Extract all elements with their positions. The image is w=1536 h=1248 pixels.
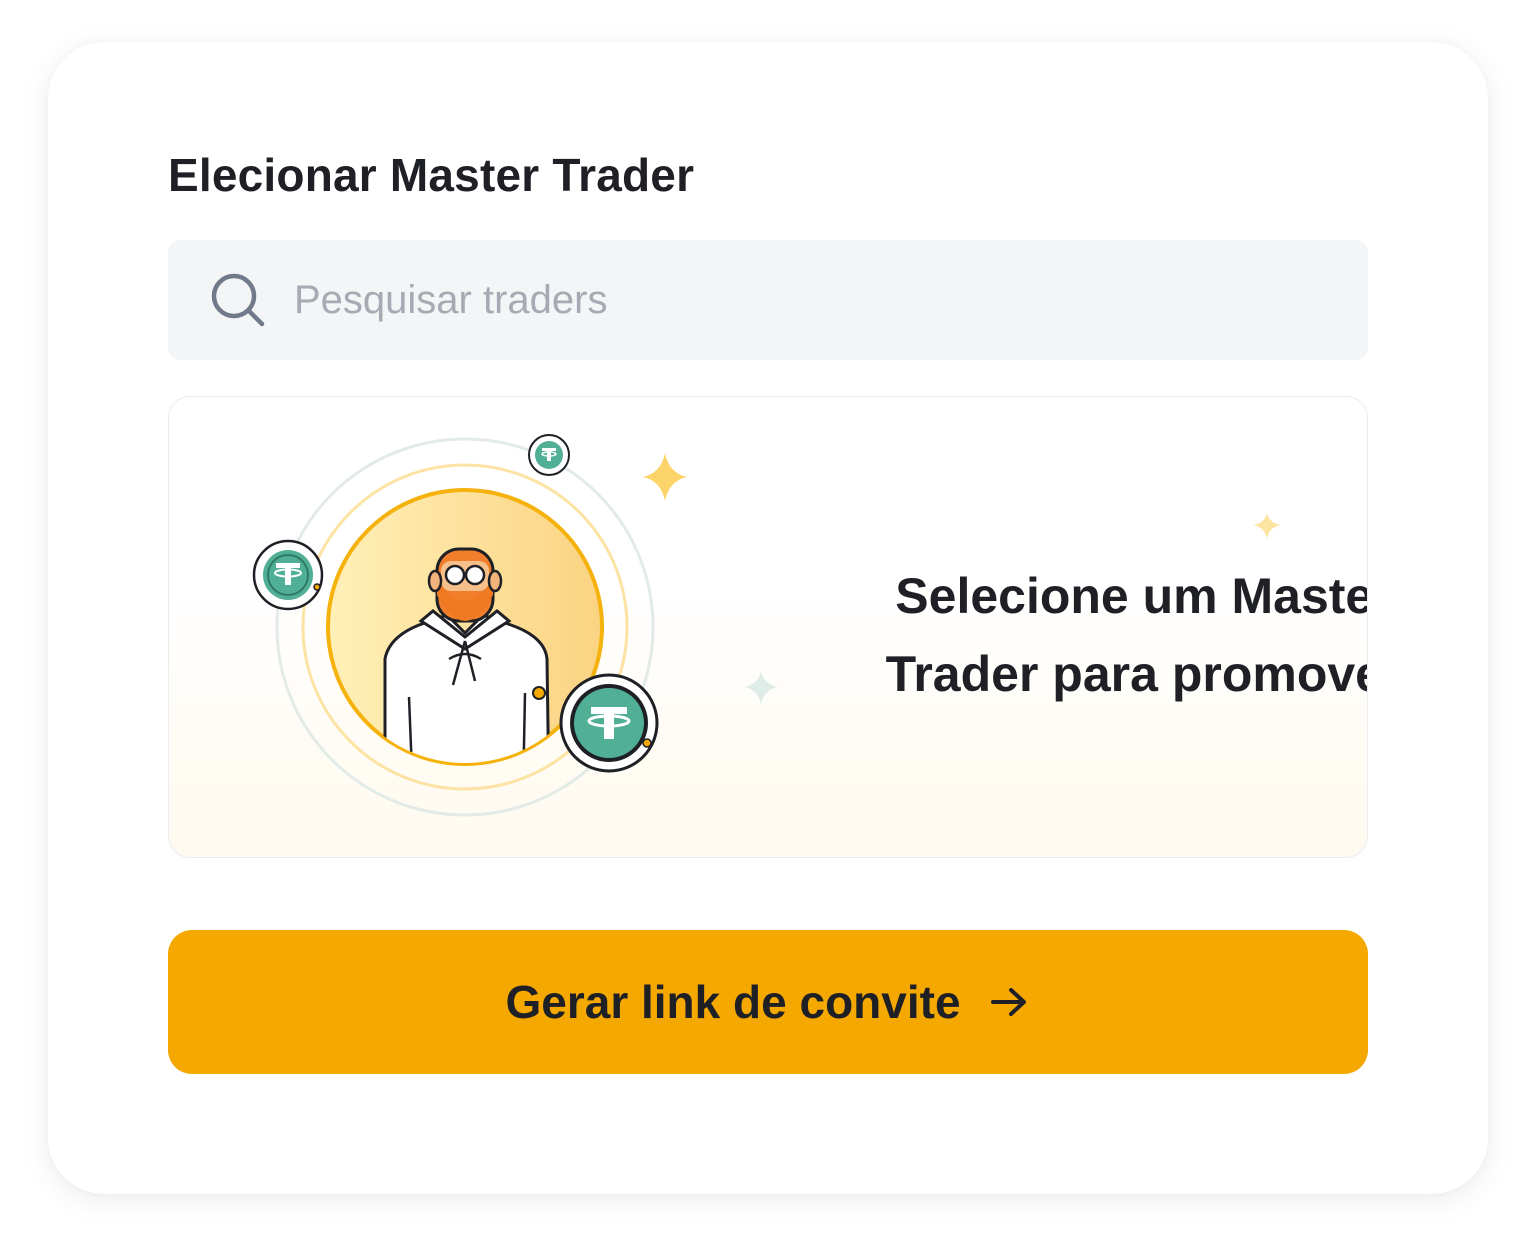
search-input[interactable] bbox=[292, 276, 1296, 324]
usdt-coin-small-icon bbox=[528, 434, 570, 476]
empty-state-message: Selecione um Master Trader para promover bbox=[885, 568, 1367, 702]
section-title: Elecionar Master Trader bbox=[168, 149, 695, 201]
arrow-right-icon bbox=[987, 980, 1031, 1024]
usdt-coin-large-icon bbox=[559, 673, 659, 773]
generate-invite-link-button[interactable]: Gerar link de convite bbox=[168, 930, 1368, 1074]
generate-invite-link-label: Gerar link de convite bbox=[505, 976, 961, 1028]
usdt-coin-icon bbox=[252, 539, 324, 611]
search-icon bbox=[208, 270, 268, 330]
search-box[interactable] bbox=[168, 240, 1368, 360]
empty-state-panel: Selecione um Master Trader para promover bbox=[168, 396, 1368, 858]
